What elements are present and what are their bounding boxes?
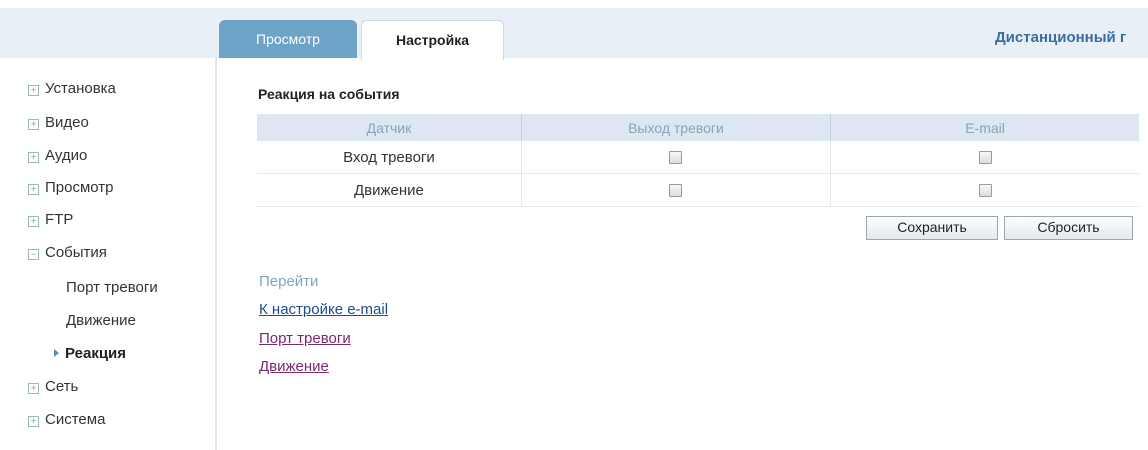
sidebar-item-label: Реакция bbox=[65, 345, 127, 362]
sidebar-item-system[interactable]: + Система bbox=[28, 411, 105, 428]
remote-title: Дистанционный г bbox=[995, 29, 1127, 46]
sidebar-item-view[interactable]: + Просмотр bbox=[28, 179, 114, 196]
table-row: Движение bbox=[257, 173, 1139, 207]
sidebar-subitem-motion[interactable]: Движение bbox=[66, 312, 136, 329]
column-header: E-mail bbox=[830, 114, 1139, 141]
expand-icon: + bbox=[28, 216, 39, 227]
link-email-settings[interactable]: К настройке e-mail bbox=[259, 301, 388, 318]
section-title: Реакция на события bbox=[258, 86, 400, 102]
sensor-cell: Вход тревоги bbox=[257, 141, 522, 174]
email-checkbox[interactable] bbox=[978, 184, 992, 198]
link-alarm-port[interactable]: Порт тревоги bbox=[259, 330, 351, 347]
goto-title: Перейти bbox=[259, 273, 319, 290]
events-table: Датчик Выход тревоги E-mail Вход тревоги… bbox=[257, 114, 1139, 207]
header-bar bbox=[0, 0, 1148, 58]
sidebar-subitem-alarm-port[interactable]: Порт тревоги bbox=[66, 279, 158, 296]
sidebar-item-label: События bbox=[45, 244, 107, 261]
sidebar-item-label: Сеть bbox=[45, 378, 79, 395]
current-arrow-icon bbox=[54, 349, 59, 357]
expand-icon: + bbox=[28, 152, 39, 163]
reset-button[interactable]: Сбросить bbox=[1004, 216, 1133, 240]
sidebar-item-label: FTP bbox=[45, 211, 74, 228]
sidebar-item-label: Аудио bbox=[45, 147, 88, 164]
sensor-cell: Движение bbox=[257, 173, 522, 207]
alarm-output-checkbox[interactable] bbox=[669, 151, 683, 165]
expand-icon: + bbox=[28, 184, 39, 195]
sidebar-subitem-reaction[interactable]: Реакция bbox=[54, 345, 126, 362]
expand-icon: + bbox=[28, 119, 39, 130]
expand-icon: + bbox=[28, 416, 39, 427]
sidebar-item-audio[interactable]: + Аудио bbox=[28, 147, 87, 164]
email-cell bbox=[830, 173, 1139, 207]
sidebar-item-label: Система bbox=[45, 411, 106, 428]
expand-icon: + bbox=[28, 85, 39, 96]
table-row: Вход тревоги bbox=[257, 141, 1139, 174]
sidebar-item-network[interactable]: + Сеть bbox=[28, 378, 78, 395]
sidebar-item-ftp[interactable]: + FTP bbox=[28, 211, 73, 228]
sidebar-item-events[interactable]: − События bbox=[28, 244, 107, 261]
alarm-output-checkbox[interactable] bbox=[669, 184, 683, 198]
link-motion[interactable]: Движение bbox=[259, 358, 329, 375]
email-checkbox[interactable] bbox=[978, 151, 992, 165]
email-cell bbox=[830, 141, 1139, 174]
save-button[interactable]: Сохранить bbox=[866, 216, 998, 240]
alarm-output-cell bbox=[521, 141, 832, 174]
tab-preview[interactable]: Просмотр bbox=[219, 20, 357, 58]
sidebar-item-label: Установка bbox=[45, 80, 116, 97]
tab-settings[interactable]: Настройка bbox=[361, 20, 504, 60]
sidebar-item-label: Просмотр bbox=[45, 179, 114, 196]
sidebar-item-setup[interactable]: + Установка bbox=[28, 80, 116, 97]
alarm-output-cell bbox=[521, 173, 832, 207]
collapse-icon: − bbox=[28, 249, 39, 260]
column-header: Датчик bbox=[257, 114, 522, 141]
expand-icon: + bbox=[28, 383, 39, 394]
sidebar-item-video[interactable]: + Видео bbox=[28, 114, 89, 131]
sidebar-item-label: Видео bbox=[45, 114, 89, 131]
column-header: Выход тревоги bbox=[521, 114, 832, 141]
